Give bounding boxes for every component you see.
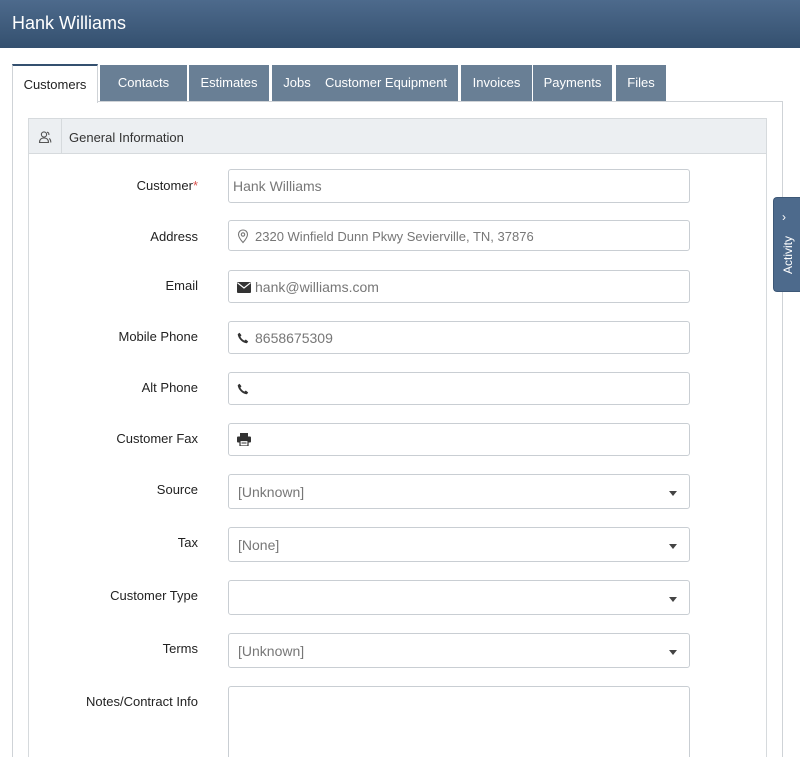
tab-estimates[interactable]: Estimates bbox=[189, 65, 269, 101]
users-icon bbox=[29, 119, 62, 154]
source-select[interactable]: [Unknown] bbox=[228, 474, 690, 509]
source-label: Source bbox=[156, 482, 198, 497]
phone-icon bbox=[237, 383, 249, 395]
customer-fax-label: Customer Fax bbox=[116, 431, 198, 446]
mobile-phone-label: Mobile Phone bbox=[118, 329, 199, 344]
envelope-icon bbox=[237, 282, 251, 293]
printer-icon bbox=[237, 433, 251, 446]
chevron-right-icon: › bbox=[782, 210, 786, 224]
tab-customer-equipment[interactable]: Customer Equipment bbox=[314, 65, 458, 101]
address-input[interactable]: 2320 Winfield Dunn Pkwy Sevierville, TN,… bbox=[228, 220, 690, 251]
tab-customers[interactable]: Customers bbox=[12, 64, 98, 103]
email-label: Email bbox=[165, 278, 198, 293]
phone-icon bbox=[237, 332, 249, 344]
customer-label: Customer* bbox=[136, 178, 198, 193]
terms-label: Terms bbox=[162, 641, 198, 656]
chevron-down-icon bbox=[669, 544, 677, 549]
map-marker-icon bbox=[237, 229, 249, 244]
activity-label: Activity bbox=[781, 236, 795, 275]
alt-phone-label: Alt Phone bbox=[141, 380, 198, 395]
customer-type-label: Customer Type bbox=[110, 588, 198, 603]
customer-name-title: Hank Williams bbox=[12, 13, 127, 33]
activity-panel-toggle[interactable]: › Activity bbox=[773, 197, 800, 292]
address-label: Address bbox=[150, 229, 198, 244]
terms-select[interactable]: [Unknown] bbox=[228, 633, 690, 668]
tab-invoices[interactable]: Invoices bbox=[461, 65, 532, 101]
email-input[interactable]: hank@williams.com bbox=[228, 270, 690, 303]
window-title-bar: Hank Williams bbox=[0, 0, 800, 48]
tab-files[interactable]: Files bbox=[616, 65, 666, 101]
section-title: General Information bbox=[69, 130, 184, 145]
tab-payments[interactable]: Payments bbox=[533, 65, 612, 101]
tax-label: Tax bbox=[177, 535, 198, 550]
chevron-down-icon bbox=[669, 491, 677, 496]
customer-input[interactable]: Hank Williams bbox=[228, 169, 690, 203]
chevron-down-icon bbox=[669, 650, 677, 655]
required-indicator: * bbox=[192, 178, 198, 193]
section-header: General Information bbox=[29, 119, 766, 154]
mobile-phone-input[interactable]: 8658675309 bbox=[228, 321, 690, 354]
customer-fax-input[interactable] bbox=[228, 423, 690, 456]
customer-type-select[interactable] bbox=[228, 580, 690, 615]
notes-textarea[interactable] bbox=[228, 686, 690, 757]
tab-contacts[interactable]: Contacts bbox=[100, 65, 187, 101]
notes-label: Notes/Contract Info bbox=[86, 694, 198, 709]
alt-phone-input[interactable] bbox=[228, 372, 690, 405]
chevron-down-icon bbox=[669, 597, 677, 602]
tax-select[interactable]: [None] bbox=[228, 527, 690, 562]
